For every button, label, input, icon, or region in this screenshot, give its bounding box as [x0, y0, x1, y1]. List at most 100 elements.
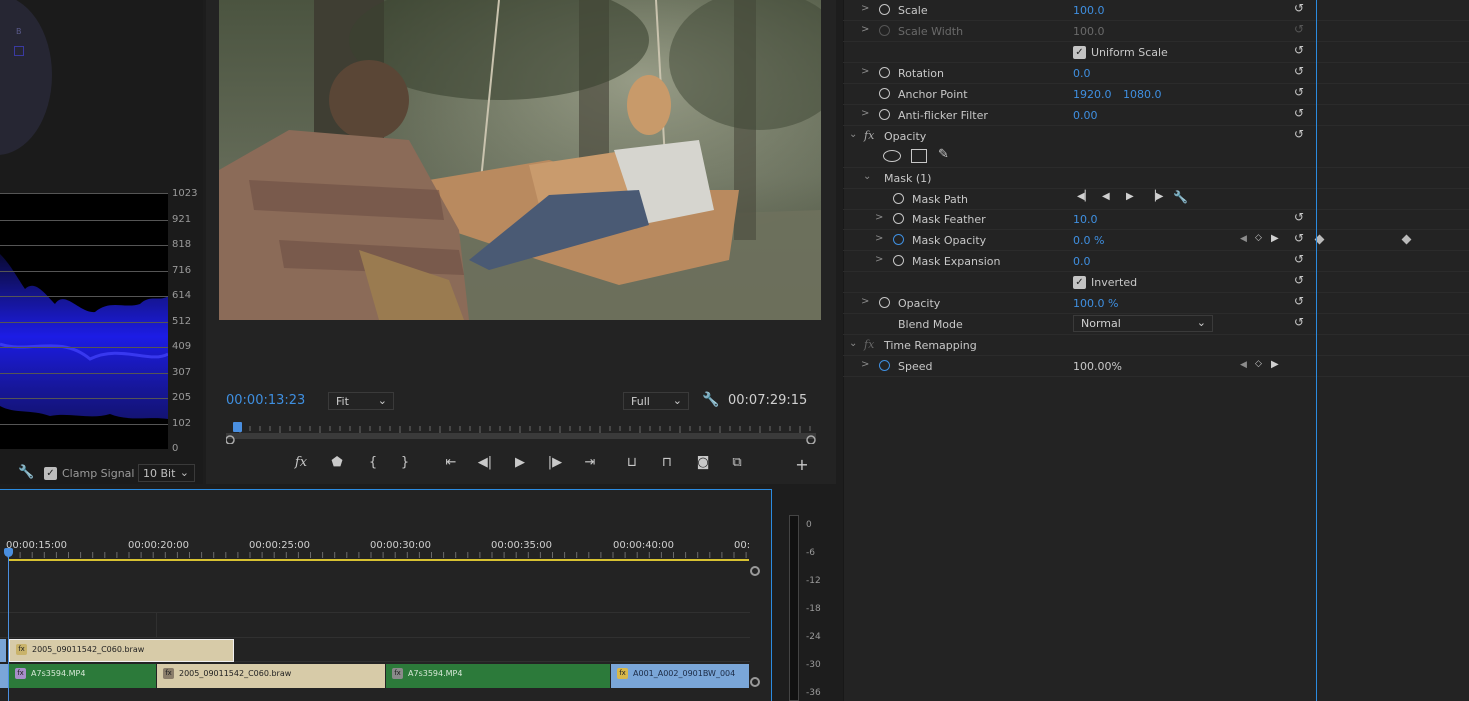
next-keyframe-icon[interactable]: ▶: [1271, 233, 1279, 244]
mask-feather-value[interactable]: 10.0: [1073, 213, 1098, 226]
reset-icon[interactable]: ↺: [1294, 106, 1304, 120]
anti-flicker-value[interactable]: 0.00: [1073, 109, 1098, 122]
mask-label[interactable]: Mask (1): [884, 172, 931, 185]
fx-badge-icon[interactable]: fx: [864, 338, 874, 351]
reset-icon[interactable]: ↺: [1294, 43, 1304, 57]
ellipse-mask-icon[interactable]: [883, 150, 901, 162]
stopwatch-icon[interactable]: [893, 213, 904, 224]
timeline-clip[interactable]: fx A001_A002_0901BW_004: [611, 664, 749, 688]
stopwatch-icon[interactable]: [879, 25, 890, 36]
scale-width-value[interactable]: 100.0: [1073, 25, 1105, 38]
chevron-right-icon[interactable]: >: [875, 233, 883, 244]
chevron-down-icon[interactable]: ⌄: [863, 171, 871, 182]
reset-icon[interactable]: ↺: [1294, 210, 1304, 224]
stopwatch-icon[interactable]: [879, 4, 890, 15]
timeline-clip[interactable]: fx 2005_09011542_C060.braw: [9, 639, 234, 662]
reset-icon[interactable]: ↺: [1294, 294, 1304, 308]
timeline-clip-edge[interactable]: [0, 639, 6, 662]
rectangle-mask-icon[interactable]: [911, 149, 927, 163]
anchor-point-x-value[interactable]: 1920.0: [1073, 88, 1112, 101]
opacity-value[interactable]: 100.0 %: [1073, 297, 1118, 310]
timeline-clip[interactable]: fx A7s3594.MP4: [9, 664, 156, 688]
fx-badge-icon[interactable]: fx: [864, 129, 874, 142]
add-button-icon[interactable]: +: [792, 455, 812, 474]
step-forward-icon[interactable]: |▶: [545, 455, 565, 470]
rotation-value[interactable]: 0.0: [1073, 67, 1091, 80]
mask-expansion-value[interactable]: 0.0: [1073, 255, 1091, 268]
chevron-right-icon[interactable]: >: [861, 296, 869, 307]
chevron-right-icon[interactable]: >: [875, 254, 883, 265]
playhead-handle[interactable]: [4, 548, 13, 557]
extract-icon[interactable]: ⊓: [657, 455, 677, 470]
mark-out-icon[interactable]: }: [395, 455, 415, 470]
blend-mode-select[interactable]: Normal ⌄: [1073, 315, 1213, 332]
speed-value[interactable]: 100.00%: [1073, 360, 1122, 373]
scope-settings-wrench-icon[interactable]: 🔧: [18, 465, 34, 480]
stopwatch-icon[interactable]: [879, 67, 890, 78]
stopwatch-icon[interactable]: [893, 255, 904, 266]
current-timecode[interactable]: 00:00:13:23: [226, 393, 305, 408]
stopwatch-icon[interactable]: [879, 88, 890, 99]
stopwatch-icon[interactable]: [879, 297, 890, 308]
timeline-clip[interactable]: fx 2005_09011542_C060.braw: [157, 664, 385, 688]
previous-keyframe-icon[interactable]: ◀: [1240, 360, 1247, 370]
bit-depth-select[interactable]: 10 Bit ⌄: [138, 464, 195, 482]
reset-icon[interactable]: ↺: [1294, 315, 1304, 329]
add-keyframe-icon[interactable]: ◇: [1255, 359, 1262, 369]
go-to-out-icon[interactable]: ⇥: [580, 455, 600, 470]
timeline-zoom-handle[interactable]: [750, 566, 760, 576]
mark-in-icon[interactable]: {: [363, 455, 383, 470]
play-icon[interactable]: ▶: [510, 455, 530, 470]
compare-view-icon[interactable]: ⧉: [727, 455, 747, 470]
timeline-clip[interactable]: fx A7s3594.MP4: [386, 664, 610, 688]
chevron-down-icon[interactable]: ⌄: [849, 338, 857, 349]
stopwatch-icon[interactable]: [879, 360, 890, 371]
mask-opacity-value[interactable]: 0.0 %: [1073, 234, 1104, 247]
chevron-right-icon[interactable]: >: [861, 24, 869, 35]
reset-icon[interactable]: ↺: [1294, 273, 1304, 287]
playback-resolution-select[interactable]: Full ⌄: [623, 392, 689, 410]
reset-icon[interactable]: ↺: [1294, 1, 1304, 15]
inverted-checkbox[interactable]: ✓: [1073, 276, 1086, 289]
timeline-ruler[interactable]: [0, 548, 752, 564]
uniform-scale-checkbox[interactable]: ✓: [1073, 46, 1086, 59]
chevron-down-icon[interactable]: ⌄: [849, 129, 857, 140]
export-frame-camera-icon[interactable]: ◙: [693, 455, 713, 470]
previous-keyframe-icon[interactable]: ◀: [1240, 234, 1247, 244]
scale-value[interactable]: 100.0: [1073, 4, 1105, 17]
track-forward-all-icon[interactable]: ▕▶: [1148, 191, 1163, 202]
reset-icon[interactable]: ↺: [1294, 231, 1304, 245]
mask-wrench-icon[interactable]: 🔧: [1173, 190, 1188, 204]
reset-icon[interactable]: ↺: [1294, 85, 1304, 99]
work-area-bar[interactable]: [8, 559, 749, 561]
stopwatch-icon[interactable]: [893, 193, 904, 204]
go-to-in-icon[interactable]: ⇤: [441, 455, 461, 470]
track-backward-all-icon[interactable]: ◀▏: [1077, 191, 1092, 202]
chevron-right-icon[interactable]: >: [861, 359, 869, 370]
lift-icon[interactable]: ⊔: [622, 455, 642, 470]
clamp-signal-checkbox[interactable]: ✓: [44, 467, 57, 480]
monitor-time-ruler[interactable]: [225, 422, 816, 445]
track-forward-one-icon[interactable]: ▶: [1126, 191, 1134, 202]
zoom-level-select[interactable]: Fit ⌄: [328, 392, 394, 410]
reset-icon[interactable]: ↺: [1294, 22, 1304, 36]
timeline-scroll-handle[interactable]: [750, 677, 760, 687]
track-backward-one-icon[interactable]: ◀: [1102, 191, 1110, 202]
anchor-point-y-value[interactable]: 1080.0: [1123, 88, 1162, 101]
monitor-settings-wrench-icon[interactable]: 🔧: [702, 392, 719, 408]
stopwatch-icon[interactable]: [879, 109, 890, 120]
add-keyframe-icon[interactable]: ◇: [1255, 233, 1262, 243]
fx-toggle-icon[interactable]: fx: [291, 455, 311, 470]
timeline-clip-edge[interactable]: [0, 664, 8, 688]
add-marker-icon[interactable]: ⬟: [327, 455, 347, 470]
stopwatch-icon[interactable]: [893, 234, 904, 245]
reset-icon[interactable]: ↺: [1294, 127, 1304, 141]
reset-icon[interactable]: ↺: [1294, 252, 1304, 266]
effect-controls-playhead[interactable]: [1316, 0, 1317, 701]
reset-icon[interactable]: ↺: [1294, 64, 1304, 78]
program-monitor-video[interactable]: [219, 0, 821, 320]
chevron-right-icon[interactable]: >: [861, 66, 869, 77]
pen-mask-icon[interactable]: ✎: [938, 147, 949, 162]
chevron-right-icon[interactable]: >: [875, 212, 883, 223]
chevron-right-icon[interactable]: >: [861, 3, 869, 14]
